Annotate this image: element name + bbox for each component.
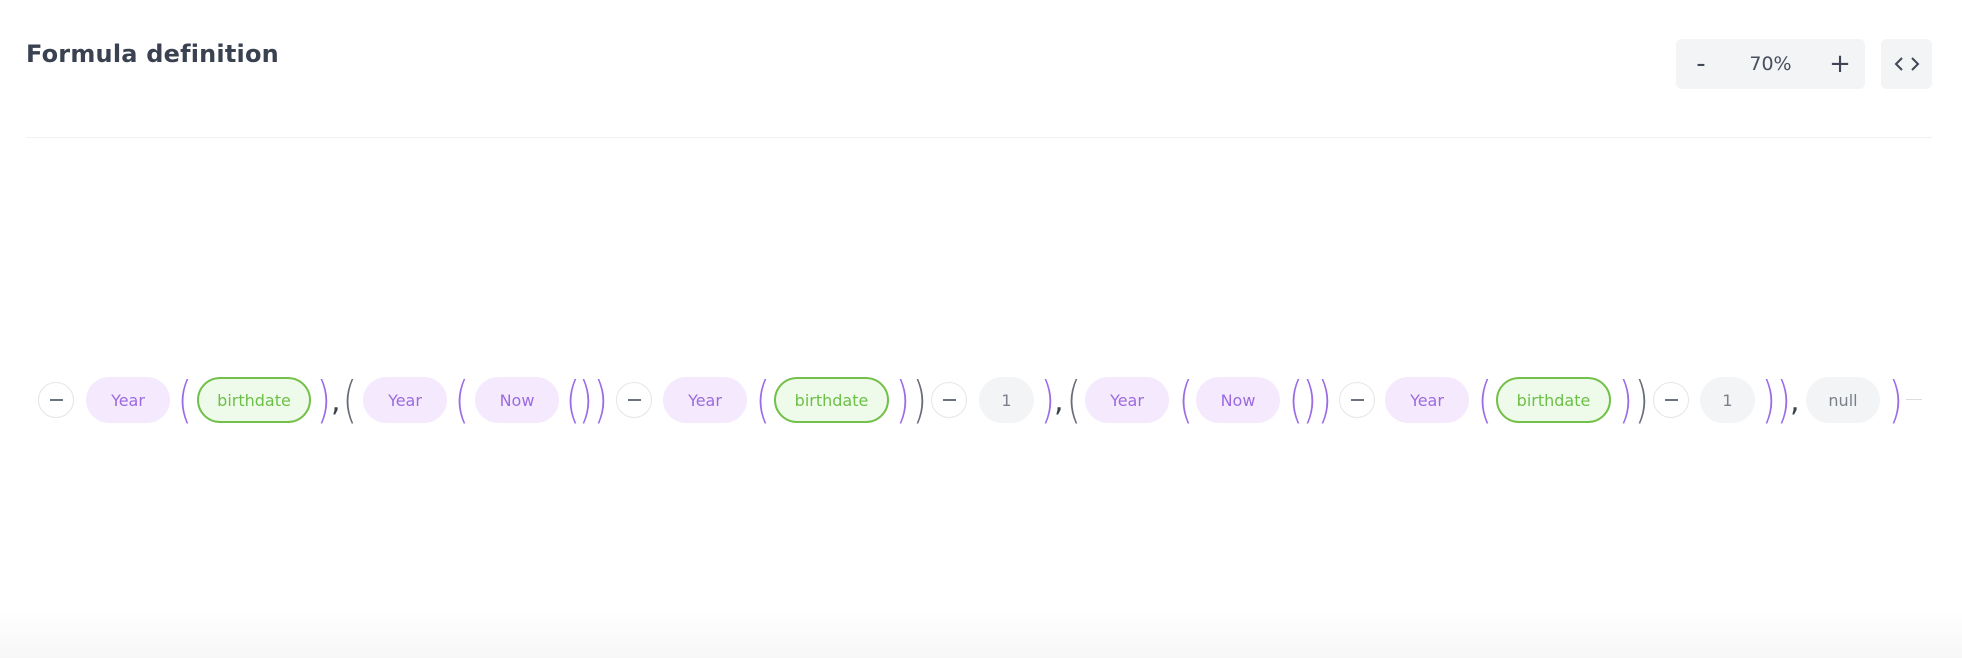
connector-line: [1906, 399, 1922, 400]
close-paren: ): [593, 371, 609, 429]
field-node-birthdate[interactable]: birthdate: [1496, 377, 1611, 423]
subtract-operator[interactable]: [1339, 382, 1375, 418]
function-node-year[interactable]: Year: [86, 377, 170, 423]
function-node-year[interactable]: Year: [663, 377, 747, 423]
remove-node-button[interactable]: [38, 382, 74, 418]
open-paren-group: (: [342, 371, 358, 429]
close-paren-group: ): [912, 371, 928, 429]
subtract-operator[interactable]: [1653, 382, 1689, 418]
open-paren: (: [1288, 371, 1304, 429]
close-paren: ): [1888, 371, 1904, 429]
close-paren: ): [895, 371, 911, 429]
open-paren: (: [1477, 371, 1493, 429]
close-paren: ): [1317, 371, 1333, 429]
comma-separator: ,: [331, 384, 341, 419]
function-node-year[interactable]: Year: [1085, 377, 1169, 423]
close-paren: ): [1761, 371, 1777, 429]
formula-canvas: Year ( birthdate ) , ( Year ( Now ( ) ) …: [0, 370, 1962, 430]
close-paren: ): [1618, 371, 1634, 429]
close-paren: ): [316, 371, 332, 429]
open-paren: (: [177, 371, 193, 429]
function-node-year[interactable]: Year: [363, 377, 447, 423]
field-node-birthdate[interactable]: birthdate: [197, 377, 311, 423]
zoom-level: 70%: [1749, 53, 1792, 75]
open-paren: (: [1178, 371, 1194, 429]
literal-node[interactable]: 1: [979, 377, 1034, 423]
close-paren: ): [578, 371, 594, 429]
comma-separator: ,: [1054, 384, 1064, 419]
literal-node-null[interactable]: null: [1806, 377, 1880, 423]
open-paren-group: (: [1066, 371, 1082, 429]
close-paren: ): [1776, 371, 1792, 429]
code-view-button[interactable]: [1881, 39, 1932, 89]
close-paren: ): [1302, 371, 1318, 429]
open-paren: (: [755, 371, 771, 429]
zoom-out-button[interactable]: -: [1676, 39, 1726, 89]
subtract-operator[interactable]: [616, 382, 652, 418]
literal-node[interactable]: 1: [1700, 377, 1755, 423]
close-paren: ): [1040, 371, 1056, 429]
field-node-birthdate[interactable]: birthdate: [774, 377, 889, 423]
function-node-now[interactable]: Now: [1196, 377, 1280, 423]
function-node-year[interactable]: Year: [1385, 377, 1469, 423]
code-brackets-icon: [1894, 57, 1919, 71]
open-paren: (: [454, 371, 470, 429]
zoom-controls: - 70% +: [1676, 39, 1865, 89]
subtract-operator[interactable]: [931, 382, 967, 418]
function-node-now[interactable]: Now: [475, 377, 559, 423]
zoom-in-button[interactable]: +: [1815, 39, 1865, 89]
page-title: Formula definition: [26, 40, 279, 68]
comma-separator: ,: [1790, 384, 1800, 419]
close-paren-group: ): [1634, 371, 1650, 429]
header-divider: [26, 137, 1932, 138]
